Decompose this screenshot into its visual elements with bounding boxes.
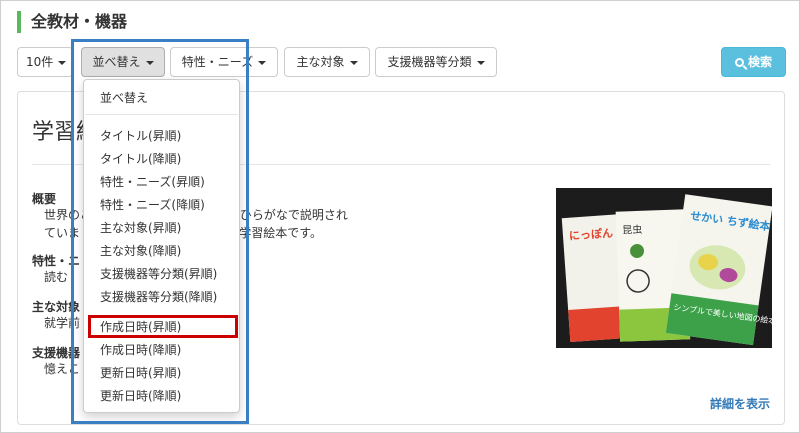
search-button[interactable]: 検索 [721, 47, 786, 77]
caret-down-icon [349, 60, 358, 65]
caret-down-icon [258, 60, 267, 65]
caret-down-icon [58, 60, 67, 65]
show-details-link[interactable]: 詳細を表示 [710, 395, 770, 412]
category-filter-dropdown[interactable]: 支援機器等分類 [375, 47, 497, 77]
target-filter-dropdown[interactable]: 主な対象 [284, 47, 370, 77]
page-title: 全教材・機器 [17, 11, 127, 33]
category-filter-label: 支援機器等分類 [387, 55, 472, 69]
page-size-dropdown[interactable]: 10件 [17, 47, 73, 77]
search-button-label: 検索 [747, 55, 772, 69]
caret-down-icon [476, 60, 485, 65]
page-size-label: 10件 [26, 55, 54, 69]
search-icon [734, 58, 744, 67]
highlight-box-created-asc [88, 315, 238, 338]
app-frame: 全教材・機器 10件 並べ替え 特性・ニーズ 主な対象 支援機器等分類 検索 学… [0, 0, 800, 433]
book-title-2: 昆虫 [622, 224, 642, 237]
highlight-box-sort-menu [71, 39, 249, 424]
target-filter-label: 主な対象 [296, 55, 345, 69]
overview-label: 概要 [32, 192, 57, 206]
trait-value: 読む [44, 270, 69, 284]
product-photo: にっぽん ちず絵本 昆虫 せかい ちず絵本 シンプルで美しい地図の絵本 [556, 188, 772, 348]
